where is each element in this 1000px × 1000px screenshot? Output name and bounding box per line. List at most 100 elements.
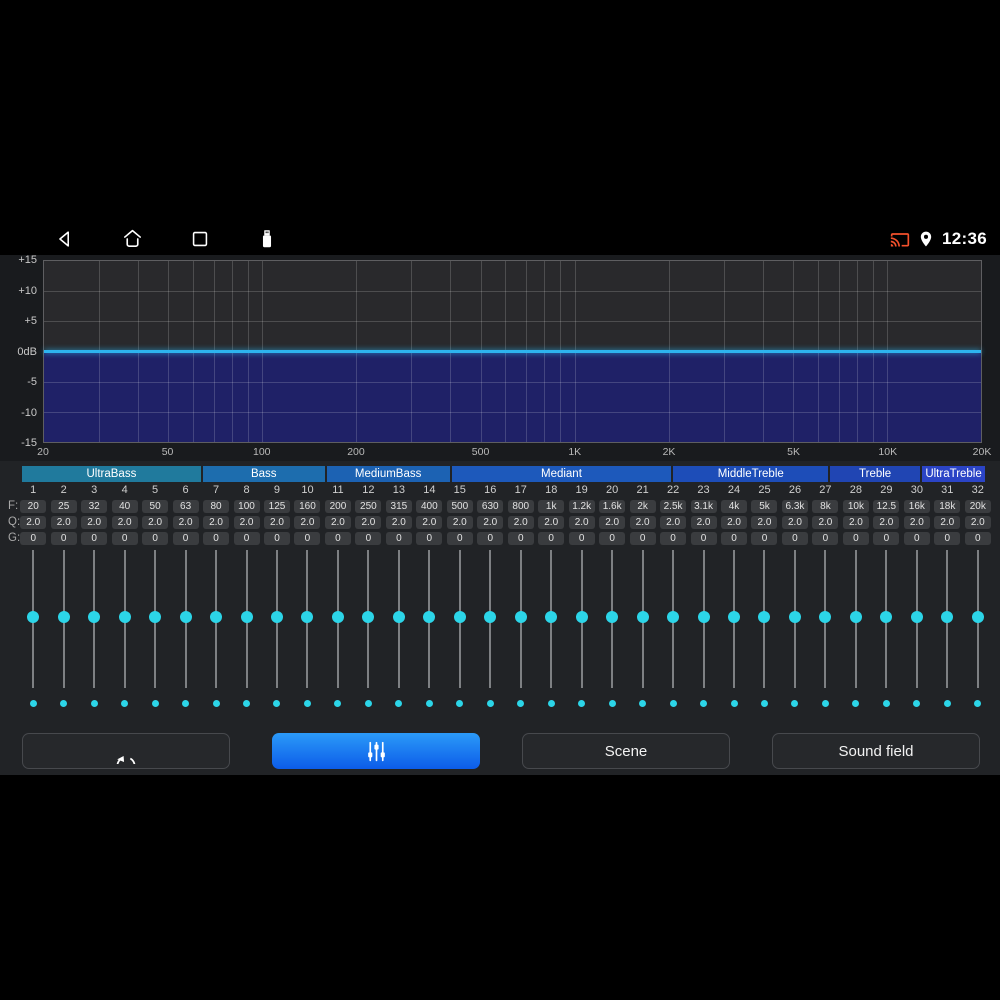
channel-column: 5 xyxy=(140,483,170,497)
channel-indicator-dot[interactable] xyxy=(700,699,708,707)
gain-slider-thumb[interactable] xyxy=(514,610,527,623)
q-value-row: 2.0 2.0 2.0 2.0 2.0 2.0 2.0 2.0 2.0 2.0 2.0 2.0 2.0 2… xyxy=(18,515,993,529)
channel-indicator-dot[interactable] xyxy=(608,699,616,707)
channel-indicator-dot[interactable] xyxy=(821,699,829,707)
gain-slider-thumb[interactable] xyxy=(57,610,70,623)
channel-column: 0 xyxy=(140,531,170,545)
gain-value-chip: 0 xyxy=(203,531,230,545)
reset-button[interactable] xyxy=(22,733,230,769)
channel-indicator-dot[interactable] xyxy=(760,699,768,707)
gain-slider-thumb[interactable] xyxy=(27,610,40,623)
gain-slider-thumb[interactable] xyxy=(575,610,588,623)
gain-slider-thumb[interactable] xyxy=(697,610,710,623)
gain-slider-thumb[interactable] xyxy=(301,610,314,623)
gain-slider-thumb[interactable] xyxy=(179,610,192,623)
channel-indicator-dot[interactable] xyxy=(90,699,98,707)
channel-column: 11 xyxy=(323,483,353,497)
channel-indicator-dot[interactable] xyxy=(395,699,403,707)
channel-indicator-dot[interactable] xyxy=(121,699,129,707)
channel-indicator-dot[interactable] xyxy=(273,699,281,707)
channel-indicator-dot[interactable] xyxy=(212,699,220,707)
channel-indicator-dot[interactable] xyxy=(730,699,738,707)
gain-slider-thumb[interactable] xyxy=(667,610,680,623)
channel-indicator-dot[interactable] xyxy=(547,699,555,707)
x-tick-label: 1K xyxy=(568,446,582,458)
gain-slider-thumb[interactable] xyxy=(758,610,771,623)
gain-slider-thumb[interactable] xyxy=(210,610,223,623)
cast-icon[interactable] xyxy=(890,229,910,249)
gain-value-chip: 0 xyxy=(172,531,199,545)
channel-indicator-dot[interactable] xyxy=(578,699,586,707)
back-icon[interactable] xyxy=(54,228,76,250)
gain-slider-thumb[interactable] xyxy=(88,610,101,623)
channel-number: 12 xyxy=(362,484,375,496)
channel-column: 22 xyxy=(658,483,688,497)
y-tick-label: -10 xyxy=(21,406,37,419)
frequency-value-chip: 32 xyxy=(81,499,108,513)
sound-field-button[interactable]: Sound field xyxy=(772,733,980,769)
gain-slider-thumb[interactable] xyxy=(545,610,558,623)
q-value-chip: 2.0 xyxy=(416,515,443,529)
gain-slider-thumb[interactable] xyxy=(880,610,893,623)
channel-indicator-dot[interactable] xyxy=(974,699,982,707)
gain-slider-thumb[interactable] xyxy=(728,610,741,623)
channel-column: 0 xyxy=(414,531,444,545)
channel-column: 2.0 xyxy=(201,515,231,529)
channel-number: 6 xyxy=(182,484,189,496)
channel-indicator-dot[interactable] xyxy=(486,699,494,707)
gain-slider-thumb[interactable] xyxy=(331,610,344,623)
channel-indicator-dot[interactable] xyxy=(334,699,342,707)
channel-indicator-dot[interactable] xyxy=(303,699,311,707)
gain-slider-thumb[interactable] xyxy=(910,610,923,623)
channel-column: 7 xyxy=(201,483,231,497)
gain-slider-thumb[interactable] xyxy=(484,610,497,623)
channel-indicator-dot[interactable] xyxy=(60,699,68,707)
equalizer-tab-button[interactable] xyxy=(272,733,480,769)
channel-column xyxy=(902,699,932,707)
gain-slider-thumb[interactable] xyxy=(941,610,954,623)
channel-indicator-dot[interactable] xyxy=(29,699,37,707)
home-icon[interactable] xyxy=(121,227,144,250)
channel-indicator-dot[interactable] xyxy=(639,699,647,707)
gain-slider-thumb[interactable] xyxy=(362,610,375,623)
gain-slider-thumb[interactable] xyxy=(118,610,131,623)
gain-slider-thumb[interactable] xyxy=(149,610,162,623)
channel-column: 2.0 xyxy=(871,515,901,529)
gain-slider-thumb[interactable] xyxy=(971,610,984,623)
channel-indicator-dot[interactable] xyxy=(669,699,677,707)
gain-slider-thumb[interactable] xyxy=(819,610,832,623)
scene-button-label: Scene xyxy=(604,742,648,760)
channel-column xyxy=(871,550,901,688)
channel-column: 0 xyxy=(932,531,962,545)
recents-icon[interactable] xyxy=(189,228,211,250)
channel-indicator-dot[interactable] xyxy=(364,699,372,707)
channel-indicator-dot[interactable] xyxy=(943,699,951,707)
gain-slider-thumb[interactable] xyxy=(849,610,862,623)
channel-indicator-dot[interactable] xyxy=(243,699,251,707)
channel-indicator-dot[interactable] xyxy=(852,699,860,707)
channel-indicator-dot[interactable] xyxy=(913,699,921,707)
channel-column: 2.0 xyxy=(292,515,322,529)
channel-indicator-dot[interactable] xyxy=(182,699,190,707)
gain-slider-thumb[interactable] xyxy=(270,610,283,623)
gain-slider-thumb[interactable] xyxy=(423,610,436,623)
q-value-chip: 2.0 xyxy=(81,515,108,529)
channel-indicator-dot[interactable] xyxy=(151,699,159,707)
channel-indicator-dot[interactable] xyxy=(425,699,433,707)
gain-slider-thumb[interactable] xyxy=(788,610,801,623)
channel-indicator-dot[interactable] xyxy=(882,699,890,707)
gain-slider-thumb[interactable] xyxy=(606,610,619,623)
gain-slider-thumb[interactable] xyxy=(453,610,466,623)
channel-column xyxy=(201,699,231,707)
frequency-value-chip: 2.5k xyxy=(660,499,687,513)
channel-indicator-dot[interactable] xyxy=(456,699,464,707)
channel-indicator-dot[interactable] xyxy=(517,699,525,707)
gain-slider-thumb[interactable] xyxy=(240,610,253,623)
gain-slider-thumb[interactable] xyxy=(392,610,405,623)
gain-slider-thumb[interactable] xyxy=(636,610,649,623)
channel-number: 8 xyxy=(243,484,250,496)
scene-button[interactable]: Scene xyxy=(522,733,730,769)
channel-column: 1.6k xyxy=(597,499,627,513)
channel-indicator-dot[interactable] xyxy=(791,699,799,707)
q-value-chip: 2.0 xyxy=(903,515,930,529)
